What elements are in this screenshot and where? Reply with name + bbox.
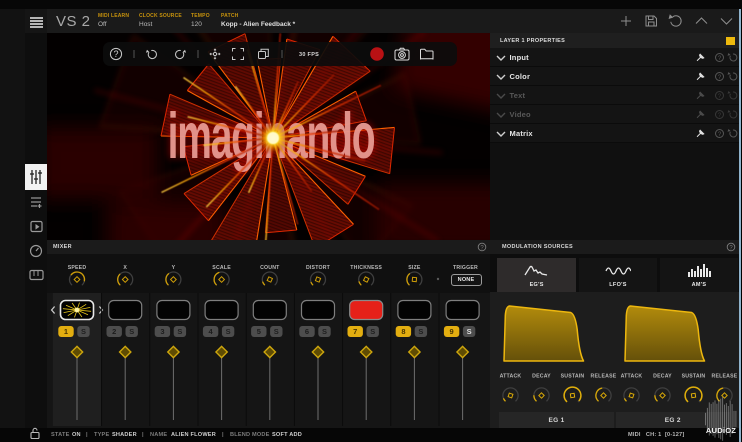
- svg-text:S: S: [370, 327, 375, 336]
- svg-text:9: 9: [450, 327, 454, 336]
- svg-text:5: 5: [257, 327, 261, 336]
- svg-text:SUSTAIN: SUSTAIN: [682, 373, 706, 379]
- svg-text:7: 7: [353, 327, 357, 336]
- svg-text:S: S: [129, 327, 134, 336]
- svg-text:?: ?: [113, 49, 118, 59]
- svg-text:DISTORT: DISTORT: [306, 265, 331, 271]
- svg-text:TRIGGER: TRIGGER: [453, 265, 478, 271]
- svg-text:S: S: [81, 327, 86, 336]
- svg-text:S: S: [322, 327, 327, 336]
- svg-text:S: S: [418, 327, 423, 336]
- svg-text:SIZE: SIZE: [408, 265, 421, 271]
- svg-text:S: S: [274, 327, 279, 336]
- svg-text:X: X: [123, 265, 127, 271]
- svg-text:DECAY: DECAY: [653, 373, 672, 379]
- svg-text:Y: Y: [172, 265, 176, 271]
- svg-text:ATTACK: ATTACK: [500, 373, 522, 379]
- svg-text:S: S: [226, 327, 231, 336]
- svg-text:ATTACK: ATTACK: [621, 373, 643, 379]
- svg-text:SCALE: SCALE: [212, 265, 231, 271]
- svg-text:AUDiOZ: AUDiOZ: [706, 426, 736, 435]
- svg-text:RELEASE: RELEASE: [712, 373, 738, 379]
- svg-text:3: 3: [160, 327, 164, 336]
- svg-text:COUNT: COUNT: [260, 265, 280, 271]
- svg-text:SPEED: SPEED: [68, 265, 87, 271]
- svg-text:S: S: [467, 327, 472, 336]
- svg-text:THICKNESS: THICKNESS: [350, 265, 382, 271]
- svg-text:6: 6: [305, 327, 309, 336]
- svg-text:RELEASE: RELEASE: [591, 373, 617, 379]
- svg-text:1: 1: [64, 327, 68, 336]
- svg-text:S: S: [177, 327, 182, 336]
- svg-text:2: 2: [112, 327, 116, 336]
- svg-text:SUSTAIN: SUSTAIN: [561, 373, 585, 379]
- svg-text:DECAY: DECAY: [532, 373, 551, 379]
- svg-text:8: 8: [401, 327, 405, 336]
